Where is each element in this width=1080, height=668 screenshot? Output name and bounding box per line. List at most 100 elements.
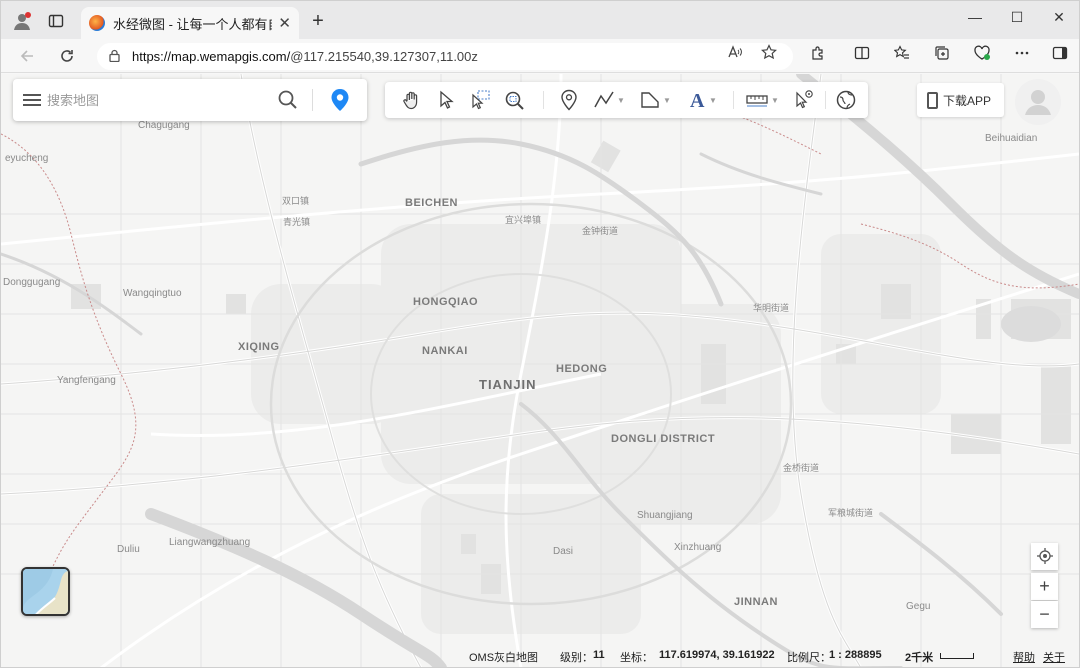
zoom-level-value: 11 [593,649,605,661]
select-arrow-icon[interactable] [437,89,455,111]
scale-value: 1 : 288895 [829,649,882,661]
location-pin-icon[interactable] [329,88,351,112]
more-menu-icon[interactable] [1011,45,1033,67]
toolbar-divider-2 [733,91,734,109]
svg-text:A: A [690,90,705,111]
query-pointer-icon[interactable] [793,89,815,111]
help-link[interactable]: 帮助 [1013,649,1035,665]
scalebar [940,653,974,659]
split-screen-icon[interactable] [851,45,873,67]
url-path: @117.215540,39.127307,11.00z [290,49,478,64]
favorite-star-icon[interactable] [757,44,781,63]
read-aloud-icon[interactable] [723,44,747,63]
tab-close-icon[interactable]: ✕ [278,14,291,32]
toolbar-divider-3 [825,91,826,109]
user-avatar[interactable] [1015,79,1061,125]
scalebar-label: 2千米 [905,652,934,664]
download-app-button[interactable]: 下载APP [917,83,1004,117]
map-label-dasi: Dasi [553,546,574,557]
map-label-tianjin: TIANJIN [479,377,537,392]
zoom-in-button[interactable]: + [1031,573,1058,600]
map-status-bar: OMS灰白地图 级别： 11 坐标： 117.619974, 39.161922… [1,645,1079,667]
locate-button[interactable] [1031,543,1058,570]
new-tab-button[interactable]: + [307,10,329,33]
search-divider [312,89,313,111]
map-label-hedong: HEDONG [556,363,608,375]
address-bar[interactable]: https://map.wemapgis.com/@117.215540,39.… [97,43,793,70]
map-label-huaming: 华明街道 [753,303,790,313]
map-basemap [1,74,1079,667]
collections-icon[interactable] [931,45,953,67]
text-icon[interactable]: A ▼ [687,89,717,111]
phone-icon [927,91,938,109]
map-label-xinzhuang: Xinzhuang [674,542,722,553]
map-label-liangwangzhuang: Liangwangzhuang [169,537,251,548]
map-label-jinnan: JINNAN [734,596,778,608]
favorites-icon[interactable] [891,45,913,67]
map-label-jinzhong: 金钟街道 [582,226,619,236]
map-label-shuangjiang: Shuangjiang [637,510,693,521]
scale-label: 比例尺： [787,652,831,664]
toolbar-divider [543,91,544,109]
map-label-donggugang: Donggugang [3,277,61,288]
sidebar-toggle-icon[interactable] [1049,45,1071,67]
lock-icon [109,49,120,65]
zoom-out-button[interactable]: − [1031,601,1058,628]
browser-window: 水经微图 - 让每一个人都有自己的 ✕ + — ☐ ✕ https://map.… [0,0,1080,668]
map-label-chagugang: Chagugang [138,120,190,131]
map-label-eyucheng: eyucheng [5,153,49,164]
map-label-beihuaidian: Beihuaidian [985,133,1038,144]
map-label-wangqingtuo: Wangqingtuo [123,288,182,299]
maximize-button[interactable]: ☐ [994,5,1040,29]
map-tools-toolbar: ▼ ▼ A ▼ ▼ [385,82,868,118]
map-label-junliang: 军粮城街道 [828,508,874,518]
marker-icon[interactable] [559,89,579,111]
box-select-icon[interactable] [469,89,491,111]
browser-essentials-icon[interactable] [971,45,993,67]
coordinate-label: 坐标： [620,652,653,664]
map-label-dongli: DONGLI DISTRICT [611,433,716,445]
tab-bar: 水经微图 - 让每一个人都有自己的 ✕ + — ☐ ✕ [1,1,1079,39]
zoom-level-label: 级别： [560,652,593,664]
profile-icon[interactable] [11,10,33,32]
measure-ruler-icon[interactable]: ▼ [745,89,779,111]
map-label-nankai: NANKAI [422,345,468,357]
site-favicon-icon [89,15,105,31]
map-canvas[interactable]: Chagugang eyucheng Beihuaidian 双口镇 青光镇 B… [1,74,1079,667]
map-label-shuangkou: 双口镇 [282,196,310,206]
tab-actions-icon[interactable] [45,10,67,32]
zoom-region-icon[interactable] [503,89,525,111]
map-label-jinqiao: 金桥街道 [783,463,820,473]
search-icon[interactable] [277,89,299,111]
basemap-name: OMS灰白地图 [469,652,539,664]
polygon-icon[interactable]: ▼ [639,89,671,111]
map-label-beichen: BEICHEN [405,197,459,209]
polyline-icon[interactable]: ▼ [593,89,625,111]
pan-hand-icon[interactable] [401,89,423,111]
map-search-box [13,79,367,121]
minimize-button[interactable]: — [952,5,998,29]
basemap-switcher-thumbnail[interactable] [21,567,70,616]
globe-icon[interactable] [835,89,857,111]
download-app-label: 下载APP [943,93,992,108]
close-window-button[interactable]: ✕ [1036,5,1079,29]
reload-button[interactable] [55,44,79,68]
tab-title: 水经微图 - 让每一个人都有自己的 [113,16,272,32]
menu-icon[interactable] [23,91,41,107]
back-button[interactable] [15,44,39,68]
coordinate-value: 117.619974, 39.161922 [659,649,775,661]
extensions-icon[interactable] [807,45,829,67]
map-label-hongqiao: HONGQIAO [413,296,479,308]
map-label-xiqing: XIQING [238,341,280,353]
address-toolbar: https://map.wemapgis.com/@117.215540,39.… [1,39,1079,73]
map-search-input[interactable] [47,88,277,112]
tab-active[interactable]: 水经微图 - 让每一个人都有自己的 ✕ [81,7,299,39]
url-text: https://map.wemapgis.com/@117.215540,39.… [132,49,478,64]
map-label-yixingbu: 宜兴埠镇 [505,215,542,225]
map-label-gegu: Gegu [906,601,931,612]
about-link[interactable]: 关于 [1043,649,1065,665]
map-label-qingguang: 青光镇 [283,217,311,227]
map-label-yangfengang: Yangfengang [57,375,116,386]
url-host: https://map.wemapgis.com/ [132,49,291,64]
map-label-duliu: Duliu [117,544,140,555]
